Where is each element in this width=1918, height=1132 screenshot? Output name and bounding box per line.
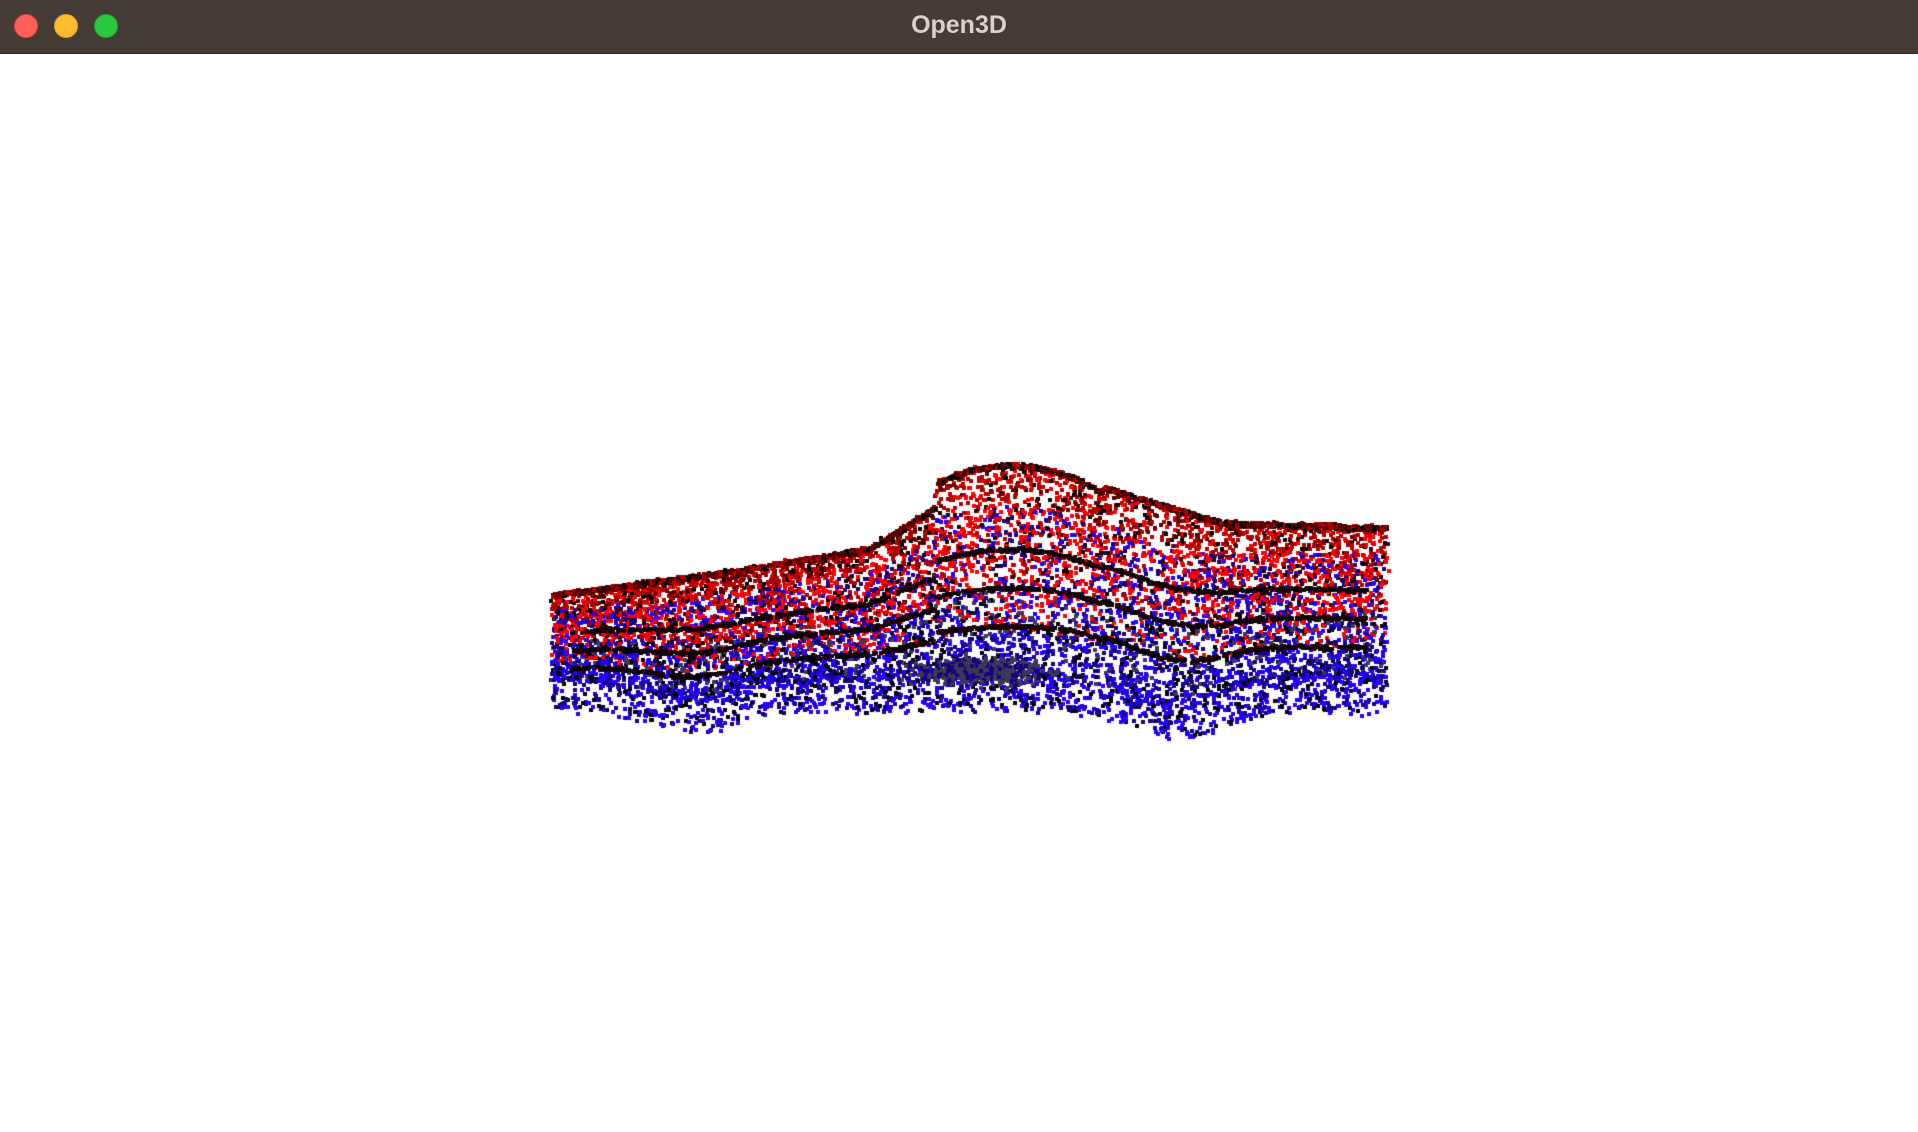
- point-cloud-canvas[interactable]: [0, 54, 1918, 1132]
- title-bar[interactable]: Open3D: [0, 0, 1918, 54]
- close-button[interactable]: [14, 14, 38, 38]
- open3d-window: Open3D: [0, 0, 1918, 1132]
- render-viewport[interactable]: [0, 54, 1918, 1132]
- zoom-button[interactable]: [94, 14, 118, 38]
- minimize-button[interactable]: [54, 14, 78, 38]
- window-title: Open3D: [911, 11, 1007, 39]
